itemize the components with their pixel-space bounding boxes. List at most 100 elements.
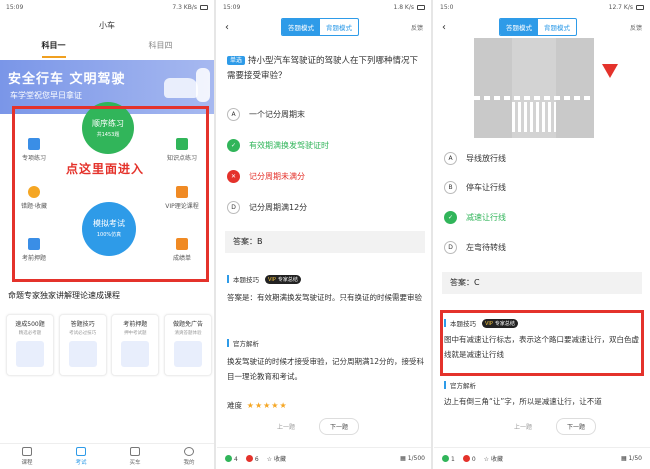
course-card[interactable]: 考前押题 押中考试题 <box>111 314 160 376</box>
prev-button[interactable]: 上一题 <box>514 422 532 431</box>
progress-counter[interactable]: ▦ 1/50 <box>621 455 642 462</box>
option-d[interactable]: D 记分周期满12分 <box>227 201 307 214</box>
check-icon: ✓ <box>227 139 240 152</box>
annotation-text: 点这里面进入 <box>66 162 145 176</box>
feedback-link[interactable]: 反馈 <box>630 23 642 32</box>
collect-button[interactable]: ☆ 收藏 <box>484 454 503 463</box>
status-time: 15:09 <box>6 3 24 11</box>
collect-button[interactable]: ☆ 收藏 <box>267 454 286 463</box>
status-bar: 15:09 1.8 K/s <box>217 0 431 14</box>
question-screen-image: 15:0 12.7 K/s ‹ 答题模式 背题模式 反馈 A 导线放行线 B 停车让… <box>434 0 650 469</box>
tab-exam[interactable]: 考试 <box>75 447 87 466</box>
correct-icon <box>442 454 449 462</box>
yield-line <box>474 96 594 100</box>
wrong-icon <box>462 454 470 462</box>
vip-badge: VIP 专家总结 <box>265 274 301 284</box>
course-card[interactable]: 做题免广告 清爽答题体验 <box>163 314 212 376</box>
course-card[interactable]: 答题技巧 考试必过技巧 <box>58 314 107 376</box>
question-type-badge: 单选 <box>227 56 246 65</box>
mode-switch: 答题模式 背题模式 <box>280 18 359 36</box>
official-header: 官方解析 <box>227 338 259 348</box>
course-section-title: 命题专家独家讲解理论速成课程 <box>8 291 120 300</box>
next-button[interactable]: 下一题 <box>556 418 597 435</box>
official-text: 换发驾驶证的时候才接受审验，记分周期满12分的，接受科目一理论教育和考试。 <box>227 357 425 381</box>
next-button[interactable]: 下一题 <box>319 418 360 435</box>
course-card[interactable]: 速成500题 精选必考题 <box>6 314 54 376</box>
official-text: 边上有倒三角“让”字，所以是减速让行，让不道 <box>444 397 602 406</box>
option-b[interactable]: B 停车让行线 <box>444 181 506 194</box>
network-speed: 12.7 K/s <box>608 3 633 11</box>
correct-icon <box>225 454 232 462</box>
car-illustration <box>164 78 198 98</box>
question-header: ‹ 答题模式 背题模式 反馈 <box>217 18 431 36</box>
question-header: ‹ 答题模式 背题模式 反馈 <box>434 18 650 36</box>
question-nav: 上一题 下一题 <box>514 418 597 435</box>
official-header: 官方解析 <box>444 380 476 390</box>
wrong-count[interactable]: 0 <box>462 454 476 463</box>
highlight-box <box>12 106 209 282</box>
home-screen: 15:09 7.3 KB/s 小车 科目一 科目四 安全行车 文明驾驶 车学堂祝… <box>0 0 216 469</box>
network-speed: 7.3 KB/s <box>172 3 197 11</box>
road-marking-image <box>474 38 594 138</box>
cross-icon: ✕ <box>227 170 240 183</box>
option-a[interactable]: A 导线放行线 <box>444 152 506 165</box>
person-illustration <box>196 68 210 102</box>
star-rating: ★★★★★ <box>246 401 288 410</box>
tab-buy-car[interactable]: 买车 <box>129 447 141 466</box>
answer-mode-tab[interactable]: 答题模式 <box>281 19 320 35</box>
option-c[interactable]: ✓ 减速让行线 <box>444 211 506 224</box>
prev-button[interactable]: 上一题 <box>277 422 295 431</box>
yield-sign-icon <box>602 64 618 78</box>
memorize-mode-tab[interactable]: 背题模式 <box>538 19 576 35</box>
page-title: 小车 <box>99 21 115 30</box>
status-bar: 15:0 12.7 K/s <box>434 0 650 14</box>
answer-bottom-bar: 4 6 ☆ 收藏 ▦ 1/500 <box>217 447 431 469</box>
option-d[interactable]: D 左弯待转线 <box>444 241 506 254</box>
banner-headline: 安全行车 文明驾驶 <box>8 72 126 87</box>
car-icon <box>129 447 140 456</box>
banner-subline: 车学堂祝您早日拿证 <box>10 91 82 100</box>
tips-header: 本题技巧 VIP 专家总结 <box>227 274 301 284</box>
answer-mode-tab[interactable]: 答题模式 <box>499 19 538 35</box>
book-icon <box>21 447 32 456</box>
card-illustration <box>16 341 44 367</box>
question-text: 单选 持小型汽车驾驶证的驾驶人在下列哪种情况下需要接受审验？ <box>227 56 419 81</box>
answer-box: 答案：C <box>442 272 642 294</box>
option-c[interactable]: ✕ 记分周期未满分 <box>227 170 305 183</box>
battery-icon <box>417 4 425 10</box>
answer-box: 答案：B <box>225 231 425 253</box>
option-b[interactable]: ✓ 有效期满换发驾驶证时 <box>227 139 329 152</box>
subject-tabs: 科目一 科目四 <box>0 40 214 58</box>
tips-text: 答案是：有效期满换发驾驶证时。只有换证的时候需要审验 <box>227 293 422 302</box>
battery-icon <box>636 4 644 10</box>
question-screen: 15:09 1.8 K/s ‹ 答题模式 背题模式 反馈 单选 持小型汽车驾驶证的… <box>217 0 433 469</box>
back-icon[interactable]: ‹ <box>442 22 446 33</box>
option-a[interactable]: A 一个记分周期末 <box>227 108 305 121</box>
exam-icon <box>75 447 86 456</box>
progress-counter[interactable]: ▦ 1/500 <box>400 455 425 462</box>
tab-subject-one[interactable]: 科目一 <box>41 40 66 58</box>
crosswalk <box>512 102 556 132</box>
correct-count[interactable]: 4 <box>225 454 238 463</box>
bottom-tabbar: 课程 考试 买车 我的 <box>0 443 214 469</box>
difficulty-row: 难度 ★★★★★ <box>227 401 288 410</box>
correct-count[interactable]: 1 <box>442 454 455 463</box>
tab-profile[interactable]: 我的 <box>183 447 195 466</box>
wrong-count[interactable]: 6 <box>245 454 259 463</box>
status-time: 15:0 <box>440 3 454 11</box>
memorize-mode-tab[interactable]: 背题模式 <box>320 19 358 35</box>
status-time: 15:09 <box>223 3 241 11</box>
card-illustration <box>173 341 202 367</box>
answer-bottom-bar: 1 0 ☆ 收藏 ▦ 1/50 <box>434 447 650 469</box>
course-cards: 速成500题 精选必考题 答题技巧 考试必过技巧 考前押题 押中考试题 做题免广告 清爽… <box>6 314 212 376</box>
tab-subject-four[interactable]: 科目四 <box>149 40 173 58</box>
check-icon: ✓ <box>444 211 457 224</box>
card-illustration <box>121 341 150 367</box>
user-icon <box>183 447 194 456</box>
question-nav: 上一题 下一题 <box>277 418 360 435</box>
network-speed: 1.8 K/s <box>393 3 414 11</box>
tab-course[interactable]: 课程 <box>21 447 33 466</box>
feedback-link[interactable]: 反馈 <box>411 23 423 32</box>
back-icon[interactable]: ‹ <box>225 22 229 33</box>
mode-switch: 答题模式 背题模式 <box>498 18 577 36</box>
